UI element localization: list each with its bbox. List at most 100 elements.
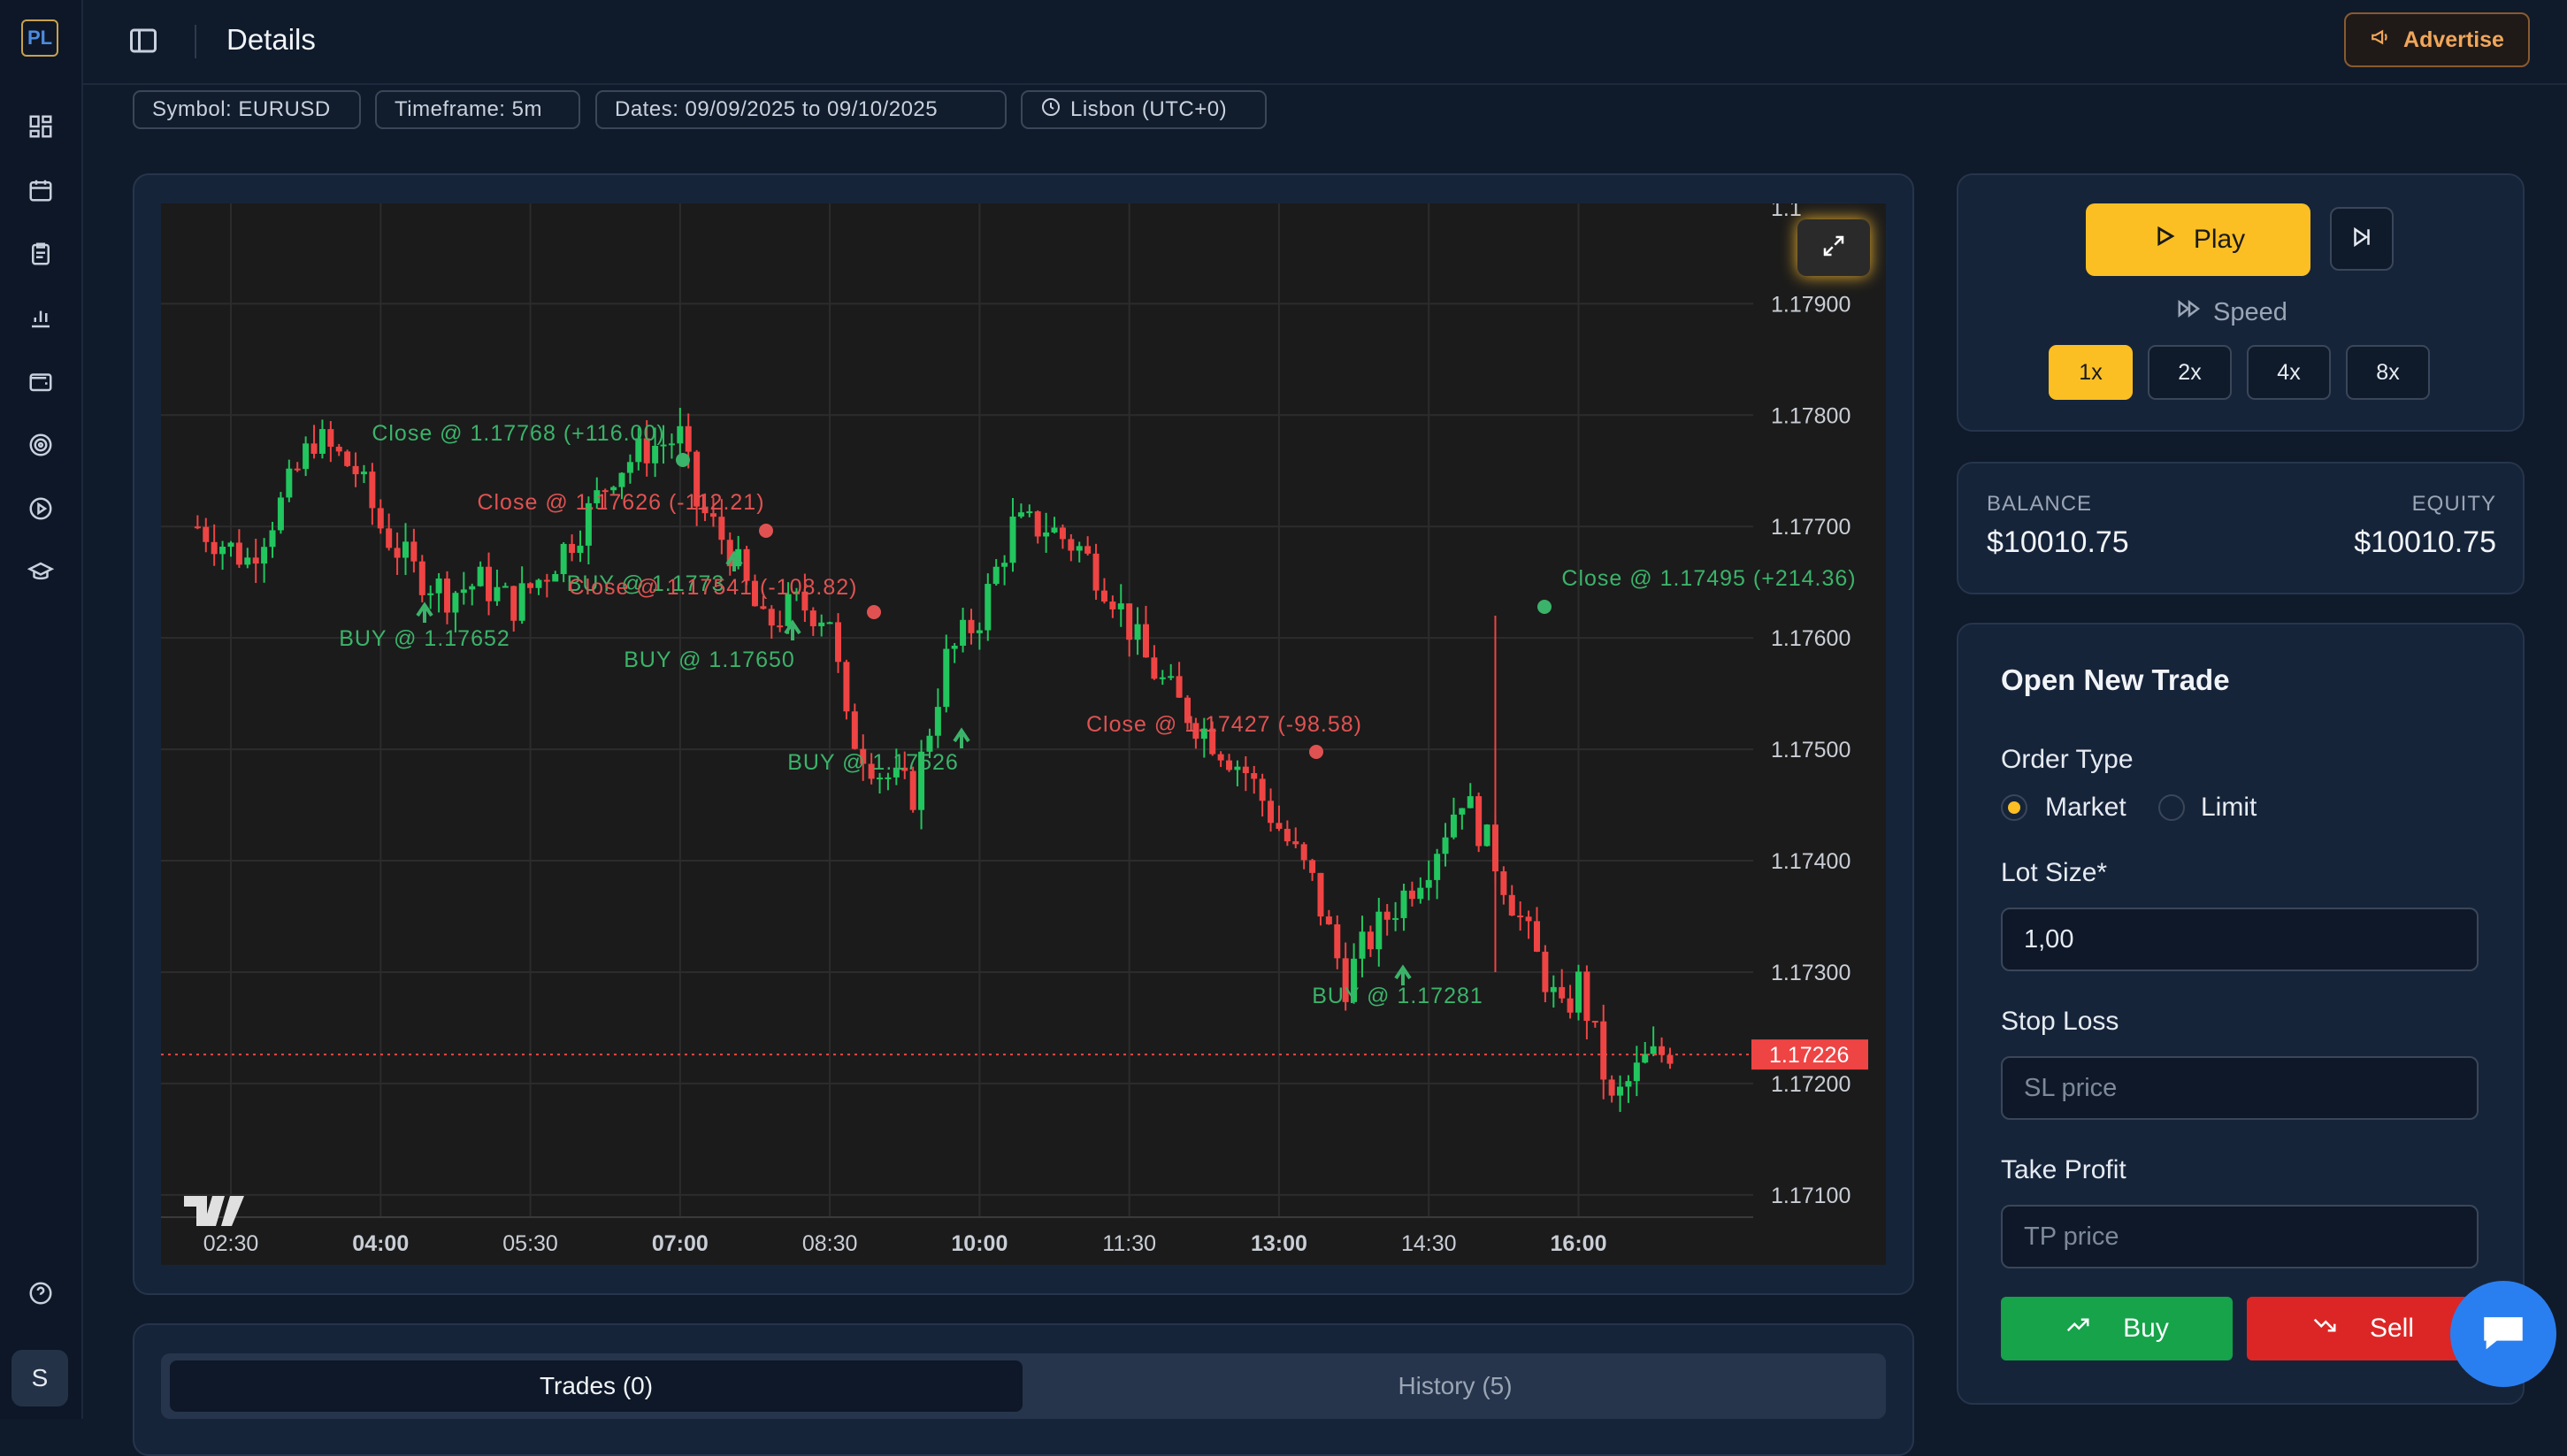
candle-body xyxy=(227,542,234,548)
stop-loss-input[interactable]: SL price xyxy=(2001,1056,2479,1120)
speed-4x-button[interactable]: 4x xyxy=(2247,345,2331,400)
help-icon[interactable] xyxy=(24,1276,57,1310)
candle-body xyxy=(768,609,775,626)
trade-marker-dot xyxy=(867,605,881,619)
candle-body xyxy=(909,770,916,810)
candle-body xyxy=(469,586,476,590)
candle-body xyxy=(677,425,684,444)
candle-body xyxy=(277,497,284,531)
speed-heading: Speed xyxy=(2176,295,2287,329)
candle-body xyxy=(1467,796,1474,808)
candle-body xyxy=(1533,921,1540,952)
market-label[interactable]: Market xyxy=(2045,793,2126,823)
candle-body xyxy=(1367,931,1374,950)
candle-body xyxy=(1500,871,1507,895)
tab-history[interactable]: History (5) xyxy=(1031,1360,1879,1412)
avatar[interactable]: S xyxy=(11,1350,68,1406)
candle-body xyxy=(1026,511,1033,514)
candle-body xyxy=(626,462,633,473)
candle-body xyxy=(1068,539,1075,551)
candle-body xyxy=(1268,801,1275,824)
candle-body xyxy=(1334,923,1341,959)
candle-body xyxy=(1400,890,1407,918)
skip-forward-icon xyxy=(2349,224,2375,255)
trade-annotation-label: Close @ 1.17768 (+116.00) xyxy=(372,421,664,446)
candle-body xyxy=(294,468,301,471)
lot-size-input[interactable]: 1,00 xyxy=(2001,908,2479,971)
time-tick-label: 08:30 xyxy=(802,1231,858,1256)
chat-support-button[interactable] xyxy=(2450,1281,2556,1387)
trade-form-title: Open New Trade xyxy=(2001,663,2230,696)
candle-body xyxy=(1151,657,1158,679)
candle-body xyxy=(760,606,767,609)
symbol-chip: Symbol: EURUSD xyxy=(133,90,361,129)
candle-body xyxy=(1142,624,1149,658)
advertise-button[interactable]: Advertise xyxy=(2344,12,2530,67)
calendar-icon[interactable] xyxy=(24,173,57,207)
speed-2x-button[interactable]: 2x xyxy=(2148,345,2232,400)
candle-body xyxy=(543,579,550,582)
price-tick-label: 1.17100 xyxy=(1771,1184,1851,1208)
candle-body xyxy=(194,526,201,529)
candle-body xyxy=(1242,766,1249,774)
candle-body xyxy=(1575,971,1582,1013)
tab-trades[interactable]: Trades (0) xyxy=(170,1360,1023,1412)
bar-chart-icon[interactable] xyxy=(24,301,57,334)
candle-body xyxy=(1259,778,1266,801)
graduation-cap-icon[interactable] xyxy=(24,556,57,589)
candle-body xyxy=(1117,603,1124,609)
fullscreen-button[interactable] xyxy=(1797,219,1870,276)
balance-label: BALANCE xyxy=(1987,492,2093,516)
stop-loss-label: Stop Loss xyxy=(2001,1007,2119,1036)
dashboard-icon[interactable] xyxy=(24,110,57,143)
price-tick-label: 1.17500 xyxy=(1771,738,1851,762)
candle-body xyxy=(843,662,850,712)
price-chart[interactable]: 1.17900 1.17800 1.17700 1.17600 1.17500 1.174… xyxy=(161,196,1886,1265)
limit-label[interactable]: Limit xyxy=(2201,793,2257,823)
take-profit-label: Take Profit xyxy=(2001,1155,2126,1184)
candle-body xyxy=(486,566,493,602)
speed-1x-button[interactable]: 1x xyxy=(2049,345,2133,400)
candle-body xyxy=(1650,1046,1657,1054)
play-icon xyxy=(2151,223,2178,257)
candle-body xyxy=(668,443,675,446)
market-radio[interactable] xyxy=(2001,794,2027,821)
speed-8x-button[interactable]: 8x xyxy=(2346,345,2430,400)
fast-forward-icon xyxy=(2176,295,2203,329)
sidebar: PL S xyxy=(0,0,83,1419)
candle-body xyxy=(518,583,525,621)
trade-annotation-label: BUY @ 1.17281 xyxy=(1312,984,1483,1008)
candle-body xyxy=(360,471,367,475)
candle-body xyxy=(1059,527,1066,540)
candle-body xyxy=(427,593,434,595)
trade-annotation-label: Close @ 1.17626 (-112.21) xyxy=(477,490,764,515)
app-logo[interactable]: PL xyxy=(21,19,58,57)
step-forward-button[interactable] xyxy=(2330,207,2394,271)
candle-body xyxy=(1425,879,1432,888)
chart-svg[interactable]: 1.17900 1.17800 1.17700 1.17600 1.17500 1.174… xyxy=(161,196,1886,1265)
candle-body xyxy=(1009,517,1016,563)
take-profit-input[interactable]: TP price xyxy=(2001,1205,2479,1268)
price-tick-label: 1.17900 xyxy=(1771,292,1851,317)
target-icon[interactable] xyxy=(24,428,57,462)
candle-body xyxy=(252,557,259,564)
price-axis-bg xyxy=(1753,203,1886,1265)
play-button[interactable]: Play xyxy=(2086,203,2310,276)
candle-body xyxy=(303,443,310,470)
clipboard-icon[interactable] xyxy=(24,237,57,271)
toggle-sidebar-icon[interactable] xyxy=(127,25,159,57)
candle-body xyxy=(327,429,334,448)
play-circle-icon[interactable] xyxy=(24,492,57,525)
equity-value: $10010.75 xyxy=(2354,525,2496,559)
sell-button[interactable]: Sell xyxy=(2247,1297,2479,1360)
limit-radio[interactable] xyxy=(2158,794,2185,821)
buy-marker-arrow xyxy=(1394,964,1412,985)
candle-body xyxy=(1633,1062,1640,1082)
advertise-label: Advertise xyxy=(2403,27,2504,52)
wallet-icon[interactable] xyxy=(24,364,57,398)
buy-button[interactable]: Buy xyxy=(2001,1297,2233,1360)
candle-body xyxy=(976,630,983,633)
time-tick-label: 05:30 xyxy=(502,1231,558,1256)
candle-body xyxy=(968,619,975,633)
candle-body xyxy=(718,517,725,540)
